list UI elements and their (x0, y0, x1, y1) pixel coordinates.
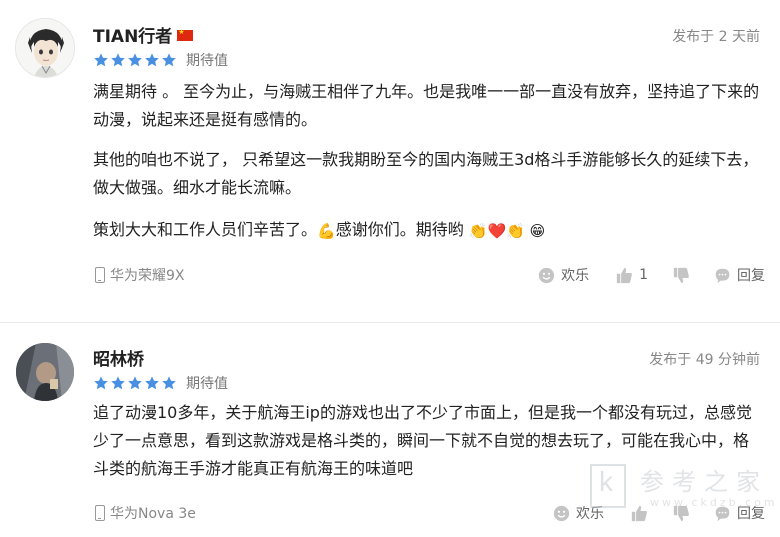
username-text: 昭林桥 (93, 350, 144, 370)
smile-icon (553, 505, 570, 521)
review-paragraph: 满星期待 。 至今为止，与海贼王相伴了九年。也是我唯一一部一直没有放弃，坚持追了… (93, 82, 760, 129)
username[interactable]: 昭林桥 (93, 345, 144, 370)
star-icon (94, 53, 108, 67)
device-info: 华为荣耀9X (95, 265, 185, 285)
fun-button[interactable]: 欢乐 (553, 503, 604, 523)
like-button[interactable] (631, 505, 648, 522)
like-count: 1 (639, 267, 648, 283)
comment-icon (715, 268, 730, 283)
review-paragraph: 其他的咱也不说了， 只希望这一款我期盼至今的国内海贼王3d格斗手游能够长久的延续… (93, 150, 759, 197)
review-footer: 华为Nova 3e 欢乐 回复 (0, 501, 780, 525)
thumbs-up-icon (616, 267, 632, 283)
thumbs-down-icon (673, 267, 689, 283)
avatar-photo (16, 343, 74, 401)
review-text: 策划大大和工作人员们辛苦了。 (93, 220, 318, 239)
review-footer: 华为荣耀9X 欢乐 1 回复 (0, 263, 780, 287)
star-icon (145, 376, 159, 390)
star-icon (128, 53, 142, 67)
star-rating (93, 375, 178, 391)
review-actions: 欢乐 1 回复 (538, 263, 765, 287)
dislike-button[interactable] (673, 267, 690, 284)
review-text: 感谢你们。期待哟 (335, 220, 469, 239)
star-icon (94, 376, 108, 390)
review-card: TIAN行者 发布于 2 天前 期待值 满星期待 。 至今为止，与海贼王相伴了九… (0, 0, 780, 322)
star-icon (162, 53, 176, 67)
star-icon (128, 376, 142, 390)
reply-button[interactable]: 回复 (714, 503, 765, 523)
review-paragraph: 追了动漫10多年，关于航海王ip的游戏也出了不少了市面上，但是我一个都没有玩过，… (93, 403, 752, 478)
review-card: 昭林桥 发布于 49 分钟前 期待值 追了动漫10多年，关于航海王ip的游戏也出… (0, 323, 780, 537)
device-info: 华为Nova 3e (95, 503, 196, 523)
phone-icon (95, 267, 105, 283)
device-name: 华为Nova 3e (110, 506, 196, 522)
rating: 期待值 (93, 50, 228, 70)
fun-button[interactable]: 欢乐 (538, 265, 589, 285)
rating-label: 期待值 (186, 376, 228, 392)
star-icon (162, 376, 176, 390)
rating-label: 期待值 (186, 53, 228, 69)
post-time: 发布于 2 天前 (672, 29, 760, 45)
star-rating (93, 52, 178, 68)
reply-label: 回复 (737, 268, 765, 284)
dislike-button[interactable] (673, 505, 690, 522)
star-icon (111, 376, 125, 390)
comment-icon (715, 506, 730, 521)
device-name: 华为荣耀9X (110, 268, 185, 284)
star-icon (145, 53, 159, 67)
avatar-illustration (16, 19, 74, 77)
fun-label: 欢乐 (561, 268, 590, 284)
review-paragraph: 策划大大和工作人员们辛苦了。💪感谢你们。期待哟 👏❤️👏 😁 (93, 216, 763, 245)
username[interactable]: TIAN行者 (93, 22, 194, 47)
china-flag-icon (177, 27, 194, 41)
star-icon (111, 53, 125, 67)
like-button[interactable]: 1 (616, 267, 648, 284)
avatar[interactable] (16, 343, 74, 401)
avatar[interactable] (15, 18, 75, 78)
emoji-group: 👏❤️👏 😁 (468, 222, 546, 240)
reply-label: 回复 (737, 506, 765, 522)
thumbs-up-icon (631, 505, 647, 521)
post-time: 发布于 49 分钟前 (649, 352, 760, 368)
muscle-emoji: 💪 (317, 222, 336, 240)
rating: 期待值 (93, 373, 228, 393)
smile-icon (538, 267, 555, 283)
reply-button[interactable]: 回复 (714, 265, 765, 285)
username-text: TIAN行者 (93, 27, 173, 47)
thumbs-down-icon (673, 505, 689, 521)
review-actions: 欢乐 回复 (553, 501, 765, 525)
fun-label: 欢乐 (576, 506, 604, 522)
phone-icon (95, 505, 105, 521)
